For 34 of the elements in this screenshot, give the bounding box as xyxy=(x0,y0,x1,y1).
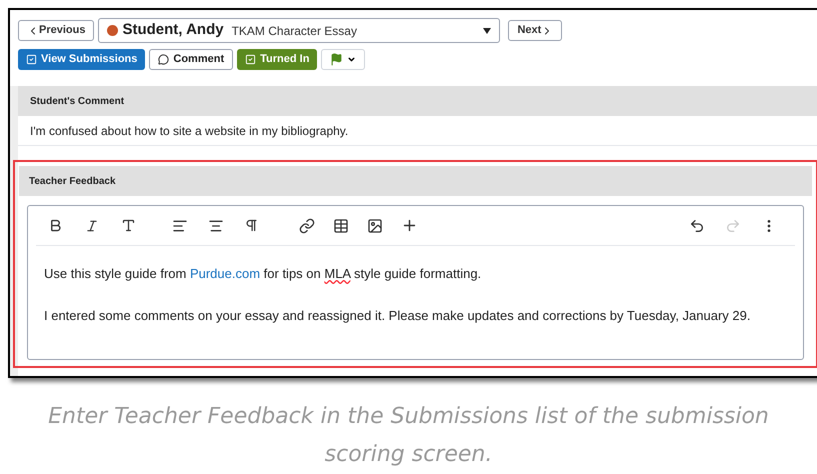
flag-dropdown-button[interactable] xyxy=(321,49,366,70)
feedback-paragraph: I entered some comments on your essay and reassigned it. Please make updates and corrections by Tuesday, January 29. xyxy=(44,306,752,325)
table-icon[interactable] xyxy=(333,218,349,234)
paragraph-icon[interactable] xyxy=(244,218,259,233)
student-select[interactable]: Student, Andy TKAM Character Essay xyxy=(98,18,500,43)
caret-icon xyxy=(347,55,356,64)
student-comment-text: I'm confused about how to site a website in my bibliography. xyxy=(18,116,817,146)
image-icon[interactable] xyxy=(367,218,383,234)
flag-icon xyxy=(330,53,344,66)
next-button[interactable]: Next xyxy=(508,20,562,41)
checkbox-icon xyxy=(26,54,37,65)
checkbox-icon xyxy=(245,54,256,65)
figure-caption: Enter Teacher Feedback in the Submissions list of the submission scoring screen. xyxy=(47,403,770,469)
purdue-link[interactable]: Purdue.com xyxy=(190,266,260,281)
section-header: Student's Comment xyxy=(18,86,817,116)
align-center-icon[interactable] xyxy=(208,218,224,234)
previous-button[interactable]: Previous xyxy=(18,20,94,41)
plus-icon[interactable] xyxy=(401,217,418,234)
rich-text-editor[interactable]: Use this style guide from Purdue.com for tips on MLA style guide formatting. I entered some comments on your essay and reassigned it. Please make updates and corrections by Tuesday, January 29. xyxy=(27,205,804,360)
comment-button[interactable]: Comment xyxy=(149,49,234,70)
dropdown-arrow-icon xyxy=(483,28,492,34)
assignment-title: TKAM Character Essay xyxy=(232,22,357,40)
align-left-icon[interactable] xyxy=(172,218,188,234)
link-icon[interactable] xyxy=(299,218,315,234)
section-header: Teacher Feedback xyxy=(19,166,812,196)
feedback-paragraph: Use this style guide from Purdue.com for tips on MLA style guide formatting. xyxy=(44,265,482,283)
undo-icon[interactable] xyxy=(689,218,705,234)
italic-icon[interactable] xyxy=(85,218,99,232)
turned-in-button[interactable]: Turned In xyxy=(237,49,318,70)
view-submissions-button[interactable]: View Submissions xyxy=(18,49,146,70)
student-name: Student, Andy xyxy=(122,20,224,40)
bold-icon[interactable] xyxy=(48,218,63,233)
font-size-icon[interactable] xyxy=(121,218,136,233)
speech-bubble-icon xyxy=(158,54,170,65)
